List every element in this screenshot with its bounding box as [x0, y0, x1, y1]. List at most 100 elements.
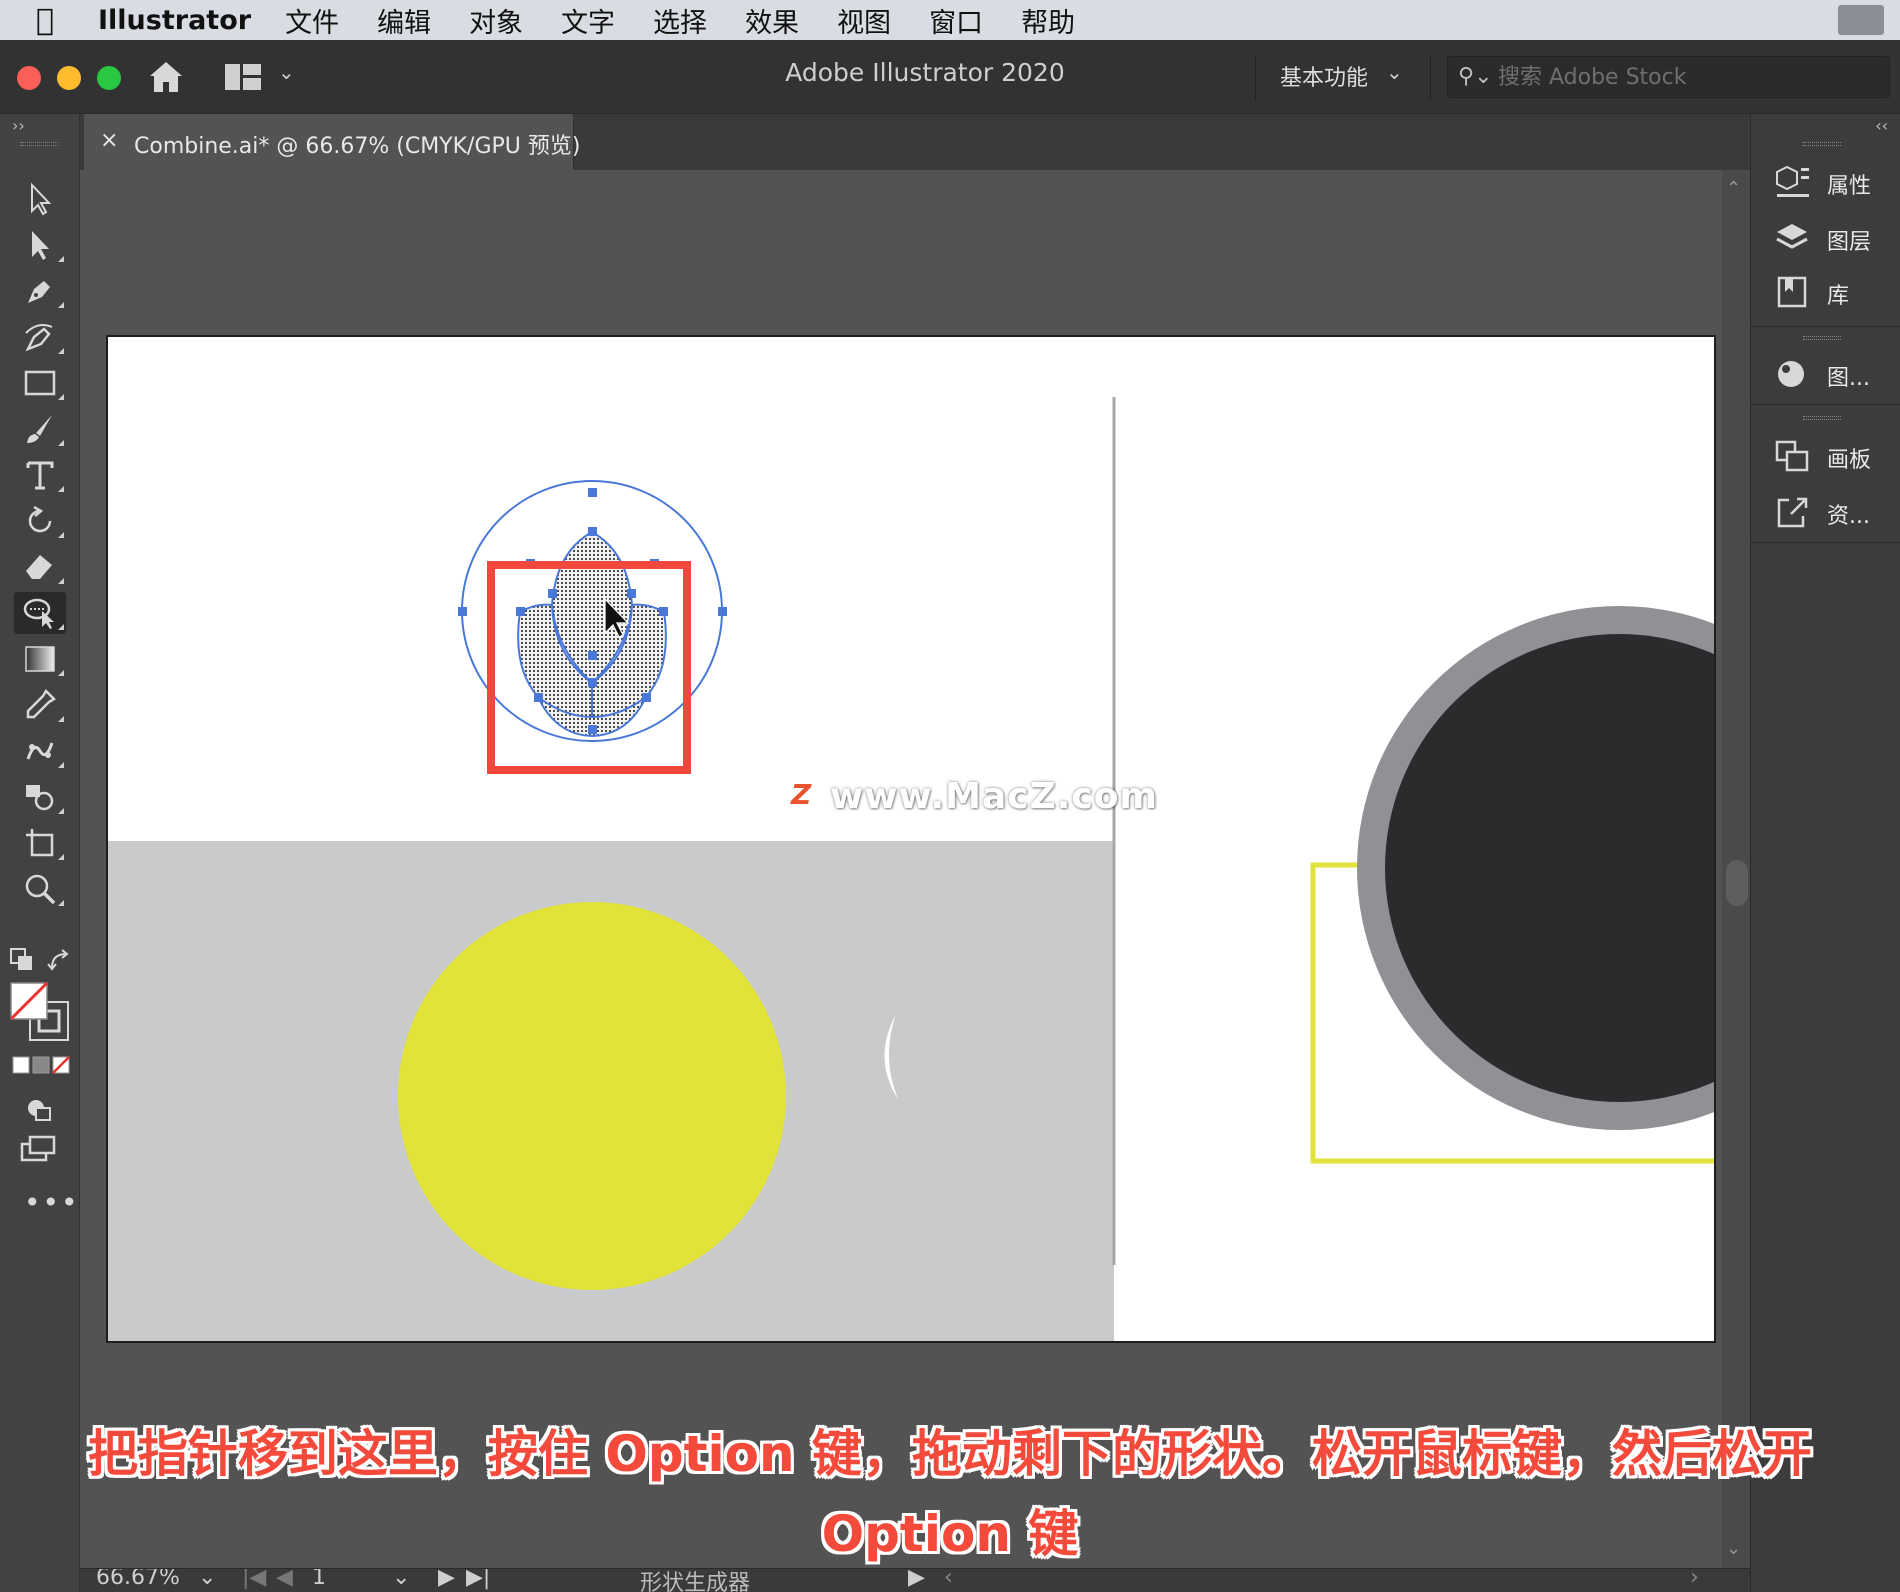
zoom-icon: [25, 874, 56, 905]
scroll-right-icon[interactable]: ›: [1690, 1569, 1699, 1590]
eraser-tool[interactable]: [14, 546, 66, 588]
status-menu-icon[interactable]: [1838, 5, 1884, 35]
window-title: Adobe Illustrator 2020: [785, 58, 1065, 87]
panel-dock: ‹‹ 属性 图层 库 图... 画板 资...: [1750, 114, 1900, 1592]
document-tab[interactable]: × Combine.ai* @ 66.67% (CMYK/GPU 预览): [84, 114, 580, 170]
menu-type[interactable]: 文字: [561, 1, 615, 40]
symbol-icon: [26, 785, 54, 811]
gradient-tool[interactable]: [14, 638, 66, 680]
pen-tool[interactable]: [14, 270, 66, 312]
scroll-left-icon[interactable]: ‹: [944, 1569, 953, 1590]
search-icon[interactable]: ⚲⌄: [1458, 64, 1493, 89]
type-icon: [26, 461, 54, 490]
color-mode-buttons[interactable]: [12, 1054, 72, 1076]
artboard[interactable]: [106, 335, 1750, 1343]
properties-icon: [1776, 165, 1809, 197]
apple-icon[interactable]: : [36, 3, 80, 38]
tutorial-caption-line-2: Option 键: [821, 1505, 1079, 1563]
first-artboard-icon[interactable]: |◀: [242, 1569, 266, 1590]
panel-properties[interactable]: 属性: [1751, 156, 1900, 206]
panel-graphic-styles[interactable]: 图...: [1751, 348, 1900, 398]
curvature-tool[interactable]: [14, 316, 66, 358]
window-minimize-button[interactable]: [57, 66, 81, 90]
artboard-icon: [26, 829, 54, 857]
eyedropper-icon: [26, 688, 57, 719]
stock-search-input[interactable]: [1498, 61, 1878, 93]
next-artboard-icon[interactable]: ▶: [438, 1569, 455, 1590]
collapse-panel-icon[interactable]: ‹‹: [1875, 116, 1888, 135]
layers-icon: [1776, 224, 1808, 249]
rotate-tool[interactable]: [14, 500, 66, 542]
paintbrush-tool[interactable]: [14, 408, 66, 450]
zoom-tool[interactable]: [14, 868, 66, 910]
direct-selection-tool[interactable]: [14, 224, 66, 266]
menu-edit[interactable]: 编辑: [377, 1, 431, 40]
panel-artboards[interactable]: 画板: [1751, 430, 1900, 480]
workspace-switcher[interactable]: 基本功能: [1280, 60, 1368, 92]
previous-artboard-icon[interactable]: ◀: [276, 1569, 293, 1590]
scrollbar-thumb[interactable]: [1726, 860, 1748, 906]
chevron-down-icon[interactable]: ⌄: [392, 1569, 410, 1590]
menu-object[interactable]: 对象: [469, 1, 523, 40]
chevron-down-icon[interactable]: ⌄: [198, 1569, 216, 1590]
shape-builder-icon: [23, 598, 54, 629]
panel-grip[interactable]: [1803, 416, 1841, 420]
last-artboard-icon[interactable]: ▶|: [466, 1569, 490, 1590]
app-menu[interactable]: Illustrator: [98, 5, 251, 36]
stock-search-box[interactable]: ⚲⌄: [1447, 56, 1890, 98]
artboard-tool[interactable]: [14, 822, 66, 864]
watermark-logo: Z: [782, 778, 818, 814]
puppet-warp-tool[interactable]: [14, 730, 66, 772]
rectangle-tool[interactable]: [14, 362, 66, 404]
status-menu-arrow-icon[interactable]: ▶: [908, 1569, 925, 1590]
menu-effect[interactable]: 效果: [745, 1, 799, 40]
artwork: [108, 397, 1750, 1341]
type-tool[interactable]: [14, 454, 66, 496]
panel-layers[interactable]: 图层: [1751, 212, 1900, 262]
pen-icon: [28, 281, 50, 303]
vertical-scrollbar[interactable]: ⌃ ⌄: [1722, 170, 1750, 1568]
graphic-styles-icon: [1778, 361, 1804, 387]
status-bar: 66.67% ⌄ |◀ ◀ 1 ⌄ ▶ ▶| 形状生成器 ▶ ‹ ›: [80, 1568, 1750, 1592]
canvas-area[interactable]: [80, 170, 1750, 1568]
more-tools-icon[interactable]: •••: [24, 1186, 80, 1219]
symbol-sprayer-tool[interactable]: [14, 776, 66, 818]
default-colors-icon[interactable]: [10, 948, 40, 974]
yellow-circle: [398, 902, 786, 1290]
brush-icon: [27, 415, 52, 443]
eyedropper-tool[interactable]: [14, 684, 66, 726]
puppet-icon: [26, 742, 54, 760]
panel-libraries[interactable]: 库: [1751, 266, 1900, 316]
direct-selection-icon: [32, 231, 49, 260]
eraser-icon: [26, 555, 52, 579]
arrange-documents-icon[interactable]: [225, 64, 261, 90]
menu-file[interactable]: 文件: [285, 1, 339, 40]
home-icon[interactable]: [148, 60, 184, 94]
artboard-number[interactable]: 1: [312, 1569, 326, 1590]
scroll-up-icon[interactable]: ⌃: [1726, 178, 1741, 199]
window-close-button[interactable]: [17, 66, 41, 90]
panel-grip[interactable]: [1803, 142, 1841, 146]
shape-builder-tool[interactable]: [14, 592, 66, 634]
divider: [1255, 56, 1256, 100]
menu-select[interactable]: 选择: [653, 1, 707, 40]
expand-panel-icon[interactable]: ››: [12, 116, 25, 135]
selection-tool[interactable]: [14, 178, 66, 220]
menu-help[interactable]: 帮助: [1021, 1, 1075, 40]
panel-grip[interactable]: [1803, 336, 1841, 340]
window-maximize-button[interactable]: [97, 66, 121, 90]
menu-window[interactable]: 窗口: [929, 1, 983, 40]
rotate-icon: [28, 505, 52, 533]
screen-mode-icon[interactable]: [20, 1134, 58, 1164]
panel-grip[interactable]: [20, 142, 58, 146]
chevron-down-icon[interactable]: ⌄: [278, 60, 295, 84]
panel-asset-export[interactable]: 资...: [1751, 486, 1900, 536]
menu-view[interactable]: 视图: [837, 1, 891, 40]
drawing-mode-icon[interactable]: [22, 1094, 56, 1124]
swap-colors-icon[interactable]: [46, 948, 74, 974]
chevron-down-icon[interactable]: ⌄: [1386, 60, 1403, 84]
artboards-icon: [1775, 440, 1809, 472]
fill-stroke-swatch[interactable]: [8, 980, 72, 1044]
close-tab-icon[interactable]: ×: [100, 128, 118, 153]
zoom-level[interactable]: 66.67%: [96, 1569, 180, 1590]
